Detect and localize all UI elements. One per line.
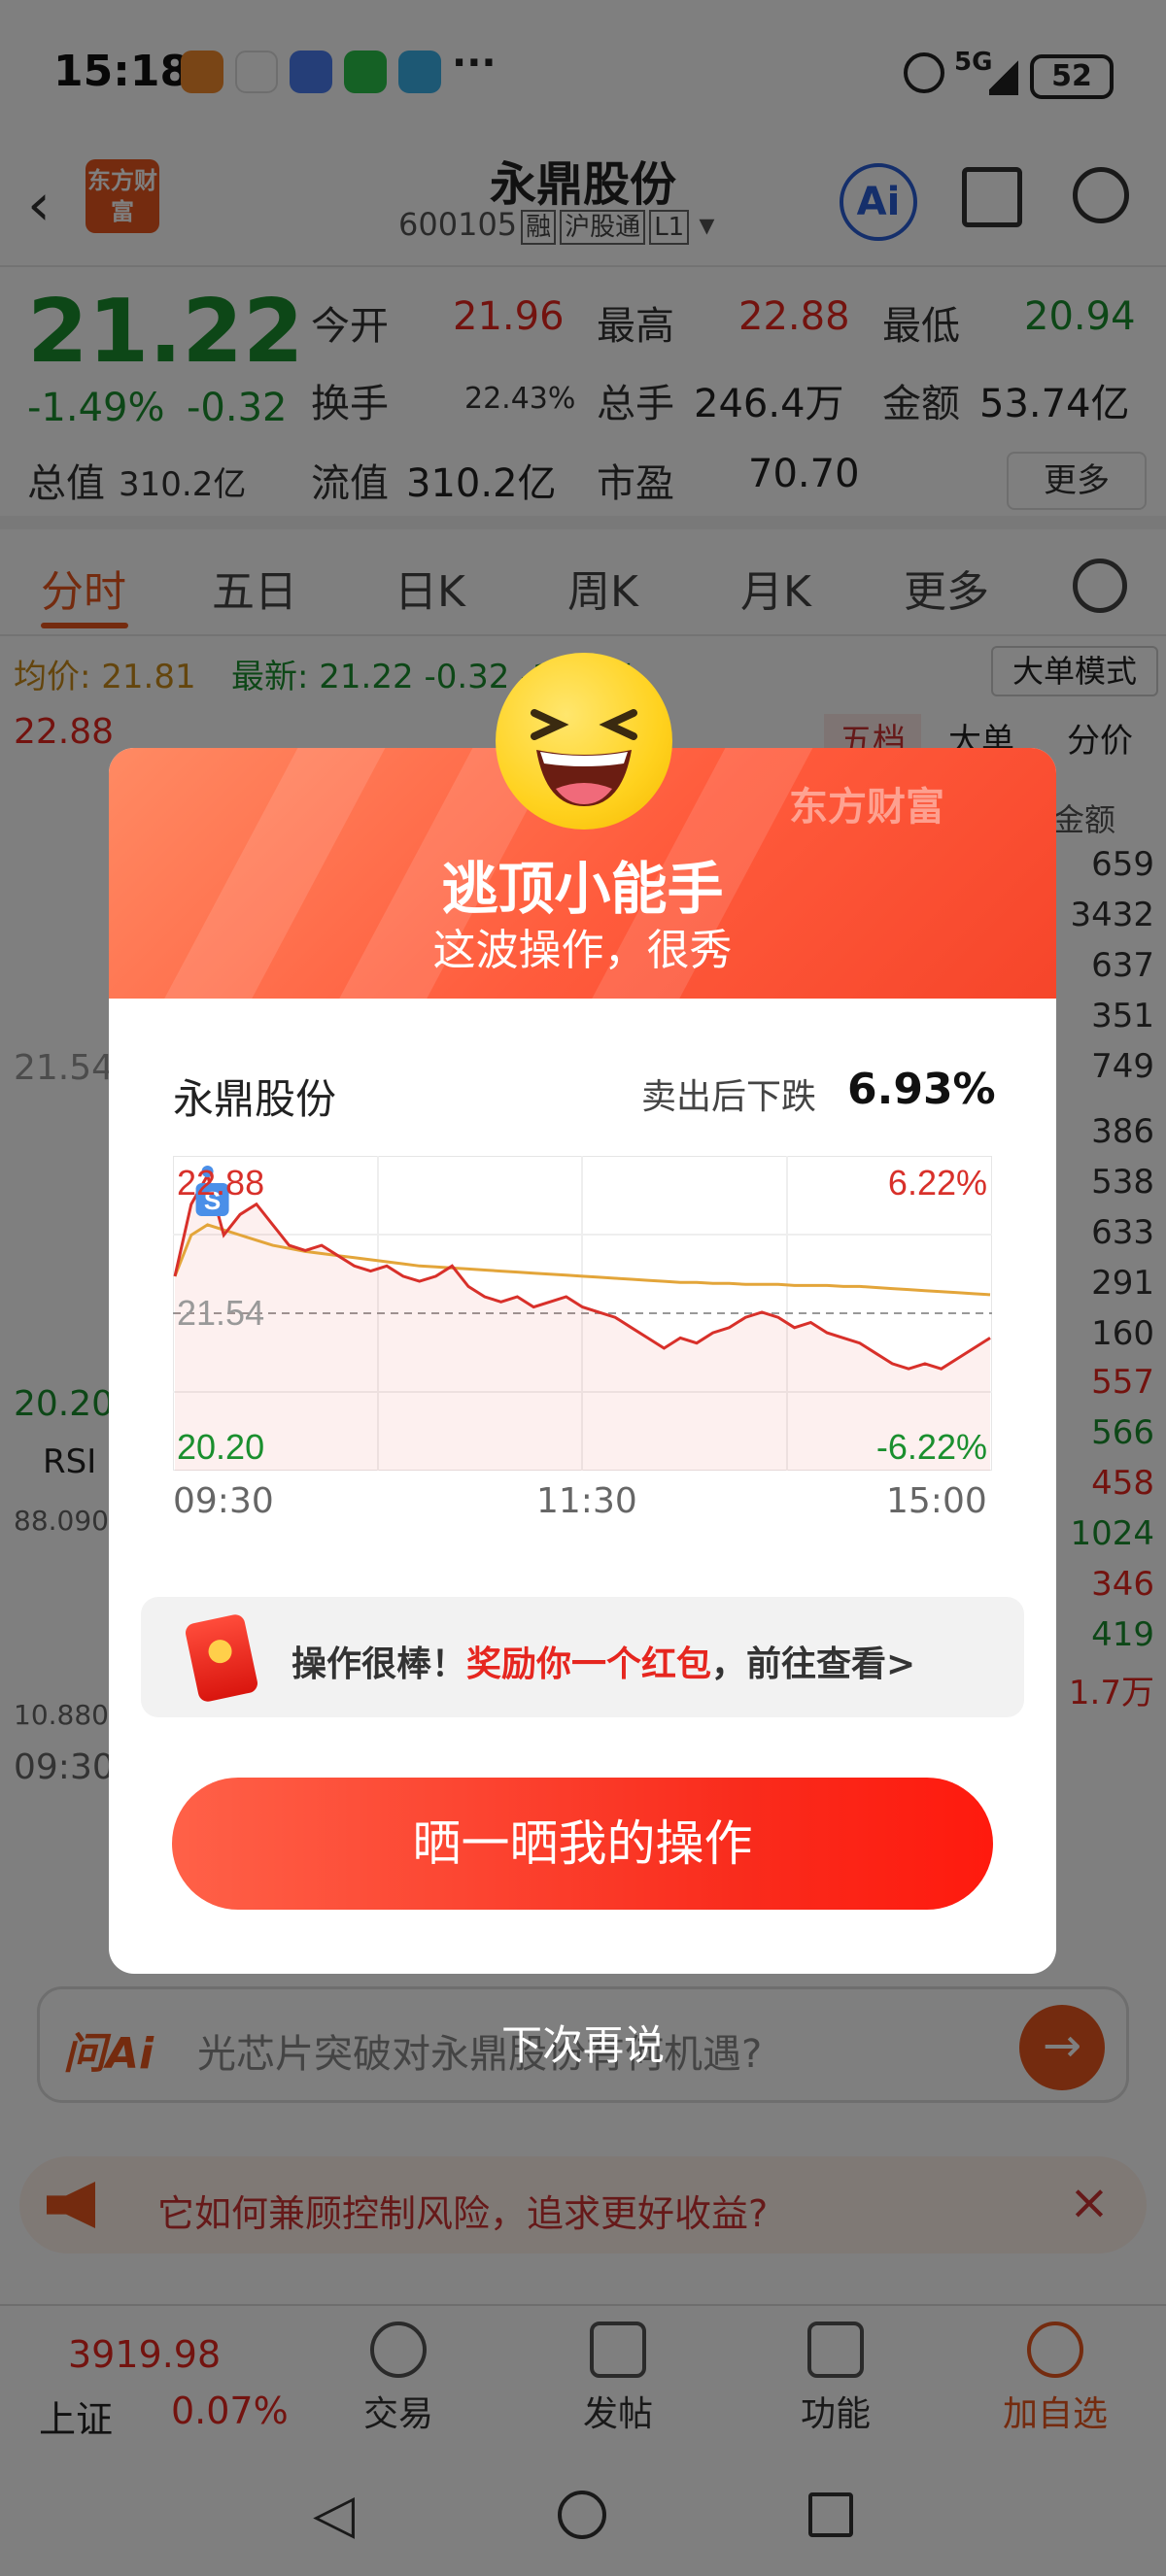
achievement-dialog: 东方财富 逃顶小能手 这波操作，很秀 永鼎股份 卖出后下跌 6.93% S 22…: [109, 653, 1056, 1974]
time-tick-end: 15:00: [886, 1481, 987, 1521]
pct-axis-bottom: -6.22%: [876, 1427, 987, 1467]
drop-after-sell-value: 6.93%: [847, 1065, 996, 1114]
laughing-emoji-icon: [496, 653, 672, 830]
reward-banner[interactable]: 操作很棒！奖励你一个红包，前往查看>: [141, 1597, 1024, 1717]
reward-text[interactable]: 操作很棒！奖励你一个红包，前往查看>: [292, 1636, 915, 1686]
y-axis-top: 22.88: [177, 1163, 264, 1203]
dialog-subtitle: 这波操作，很秀: [432, 926, 733, 975]
dialog-title: 逃顶小能手: [441, 856, 724, 922]
brand-watermark: 东方财富: [789, 785, 944, 830]
red-envelope-icon: [184, 1612, 259, 1704]
y-axis-mid: 21.54: [177, 1293, 264, 1333]
y-axis-bottom: 20.20: [177, 1427, 264, 1467]
drop-after-sell-label: 卖出后下跌: [641, 1077, 817, 1117]
time-tick-mid: 11:30: [536, 1481, 637, 1521]
stock-detail-screen: 15:18 ··· 5G 52 ‹ 东方财富 永鼎股份 600105融沪股通L1…: [0, 0, 1166, 2576]
dialog-stock-name: 永鼎股份: [173, 1075, 337, 1123]
pct-axis-top: 6.22%: [888, 1163, 987, 1203]
share-operation-button[interactable]: 晒一晒我的操作: [172, 1778, 993, 1910]
time-tick-start: 09:30: [173, 1481, 274, 1521]
dismiss-link[interactable]: 下次再说: [0, 2013, 1166, 2072]
intraday-mini-chart: S 22.88 21.54 20.20 6.22% -6.22%: [173, 1156, 992, 1471]
